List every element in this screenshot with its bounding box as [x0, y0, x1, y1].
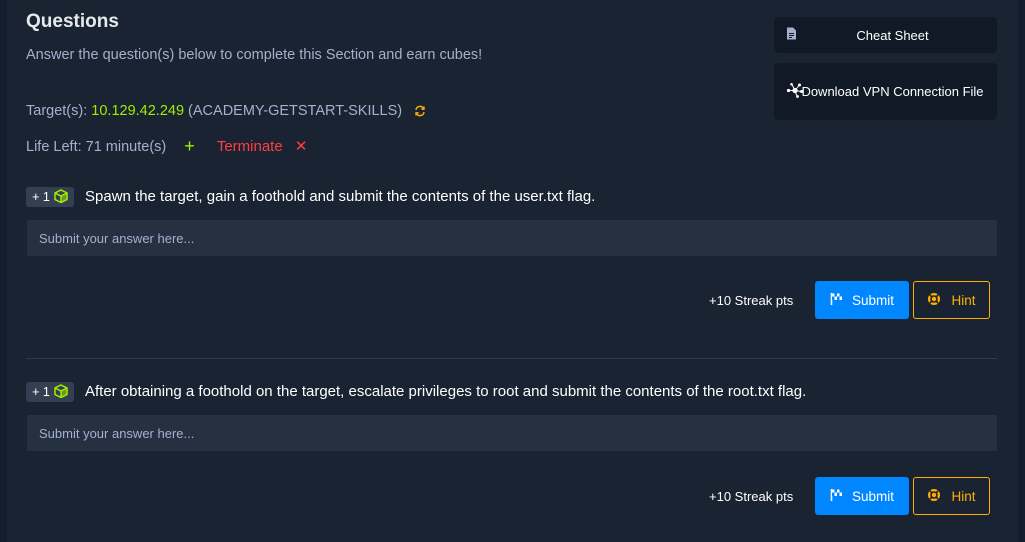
target-name: (ACADEMY-GETSTART-SKILLS) — [188, 103, 403, 119]
life-info: Life Left: 71 minute(s) + Terminate ✕ — [26, 136, 307, 157]
target-info: Target(s): 10.129.42.249 (ACADEMY-GETSTA… — [26, 103, 426, 121]
page-title: Questions — [26, 11, 119, 32]
download-vpn-label: Download VPN Connection File — [801, 84, 984, 99]
flag-icon — [830, 488, 843, 505]
terminate-label: Terminate — [216, 138, 283, 155]
cube-reward-badge: + 1 — [26, 382, 74, 402]
hint-label: Hint — [951, 292, 976, 308]
refresh-icon[interactable] — [414, 105, 426, 121]
life-left-text: Life Left: 71 minute(s) — [26, 139, 167, 155]
page-subtitle: Answer the question(s) below to complete… — [26, 47, 483, 63]
streak-points: +10 Streak pts — [709, 489, 794, 504]
cheat-sheet-label: Cheat Sheet — [856, 27, 929, 43]
terminate-button[interactable]: Terminate ✕ — [217, 137, 308, 155]
target-ip: 10.129.42.249 — [91, 103, 185, 119]
question-divider — [26, 358, 997, 359]
answer-input[interactable] — [27, 220, 997, 256]
submit-label: Submit — [851, 292, 895, 308]
hint-button[interactable]: Hint — [913, 281, 990, 319]
cheat-sheet-button[interactable]: Cheat Sheet — [774, 17, 997, 53]
hint-icon — [927, 488, 941, 505]
target-label: Target(s): — [26, 103, 88, 119]
close-icon: ✕ — [294, 138, 308, 155]
cube-reward-badge: + 1 — [26, 187, 74, 207]
hint-label: Hint — [951, 488, 976, 504]
question-text: After obtaining a foothold on the target… — [85, 383, 807, 400]
submit-button[interactable]: Submit — [815, 281, 909, 319]
cube-icon — [54, 188, 68, 206]
reward-amount: + 1 — [32, 385, 50, 399]
hint-button[interactable]: Hint — [913, 477, 990, 515]
hint-icon — [927, 292, 941, 309]
answer-input[interactable] — [27, 415, 997, 451]
flag-icon — [830, 292, 843, 309]
submit-button[interactable]: Submit — [815, 477, 909, 515]
streak-points: +10 Streak pts — [709, 293, 794, 308]
cube-icon — [54, 383, 68, 401]
plus-icon[interactable]: + — [184, 136, 195, 157]
reward-amount: + 1 — [32, 190, 50, 204]
document-icon — [786, 27, 797, 44]
download-vpn-button[interactable]: Download VPN Connection File — [774, 63, 997, 120]
submit-label: Submit — [851, 488, 895, 504]
question-text: Spawn the target, gain a foothold and su… — [85, 188, 596, 205]
network-icon — [786, 82, 804, 101]
